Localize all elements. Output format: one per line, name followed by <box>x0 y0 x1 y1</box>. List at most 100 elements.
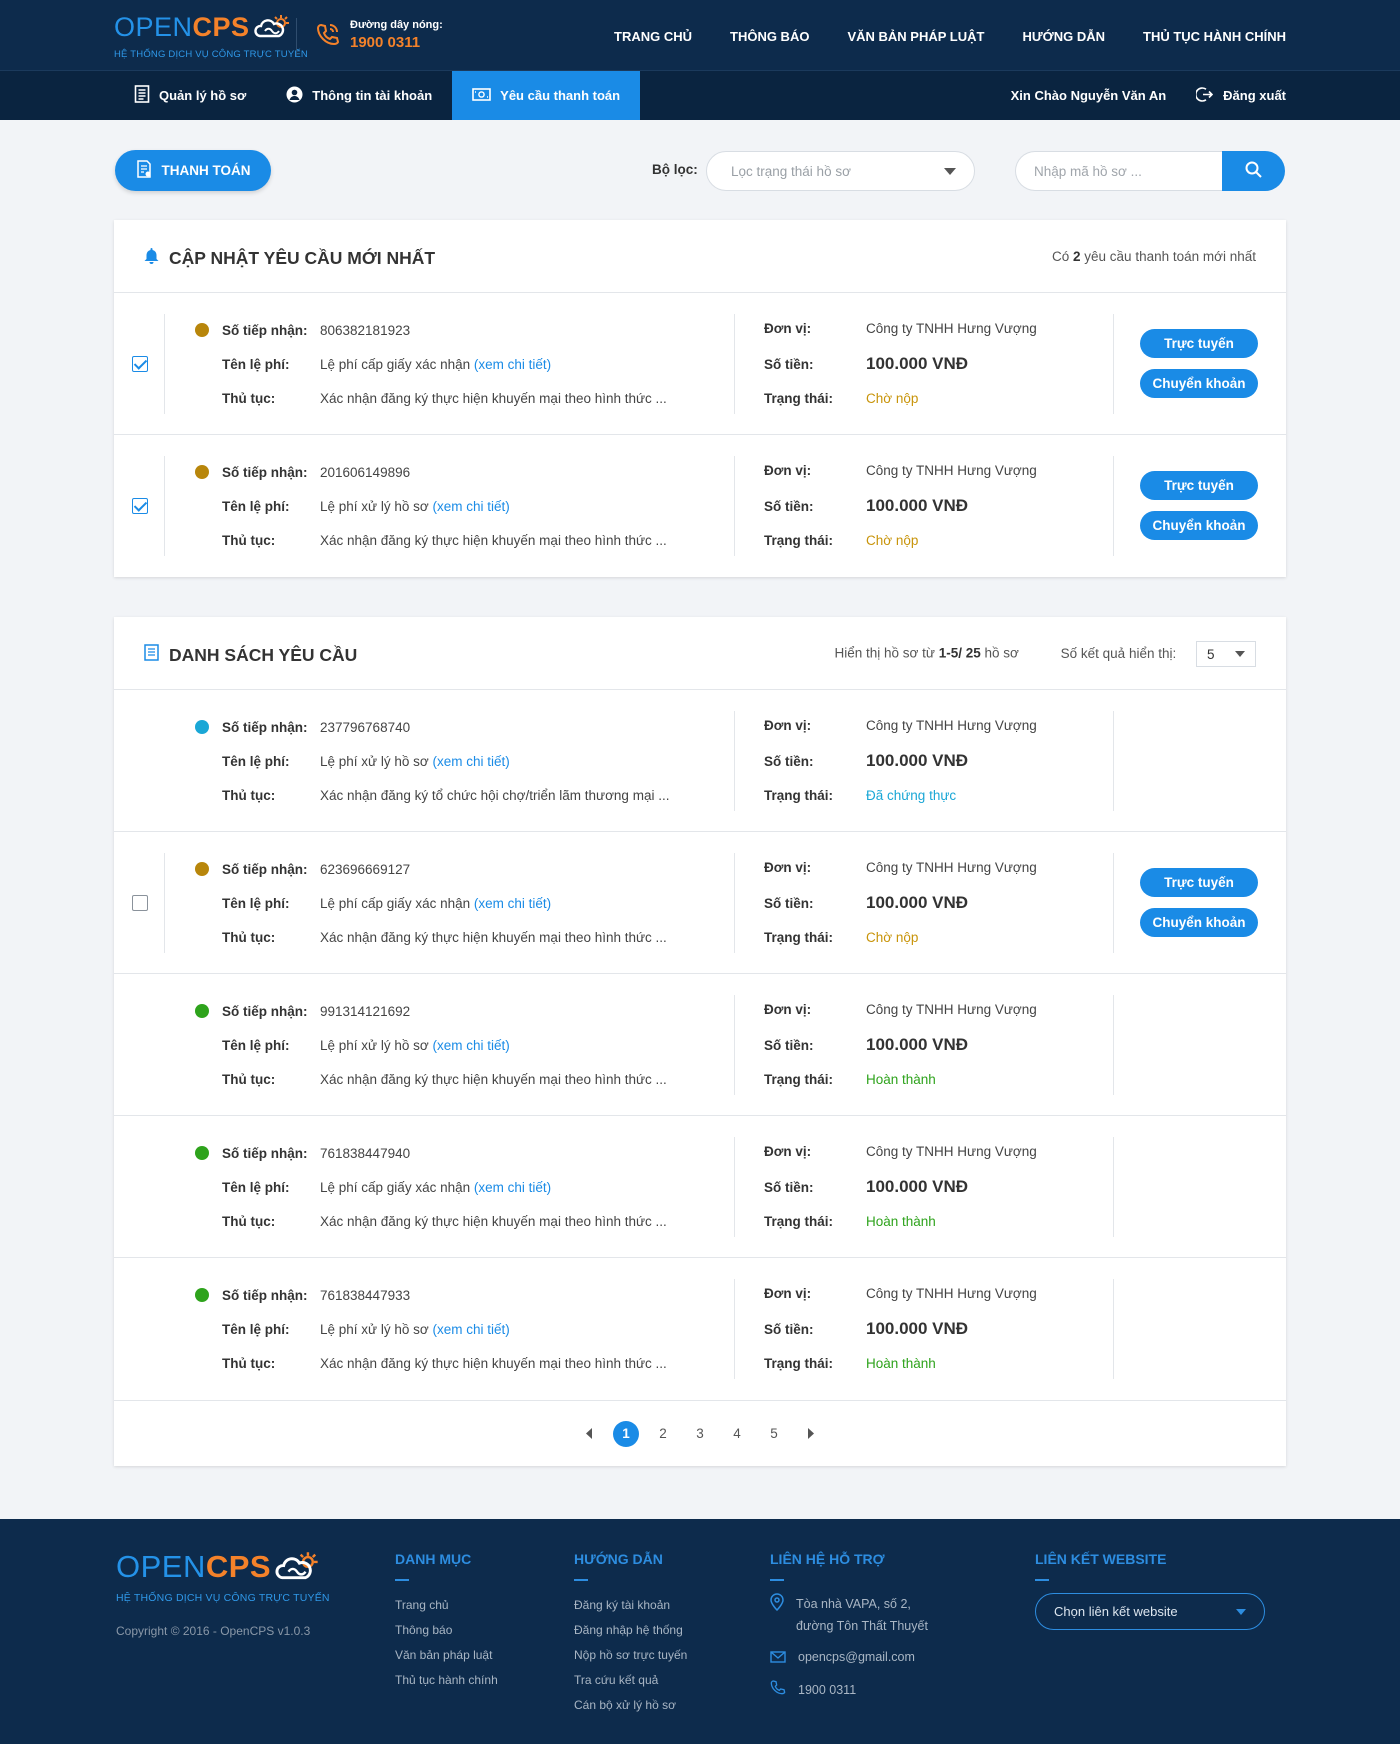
pay-online-button[interactable]: Trực tuyến <box>1140 471 1258 500</box>
receipt-number: 991314121692 <box>320 1004 411 1019</box>
footer-heading: HƯỚNG DẪN <box>574 1551 663 1567</box>
unit-name: Công ty TNHH Hưng Vượng <box>866 321 1037 336</box>
page-4[interactable]: 4 <box>719 1426 756 1441</box>
tab-label: Thông tin tài khoản <box>312 88 433 103</box>
footer-link[interactable]: Nộp hồ sơ trực tuyến <box>574 1643 687 1668</box>
label-so-tiep-nhan: Số tiếp nhận: <box>222 1146 308 1161</box>
pay-online-button[interactable]: Trực tuyến <box>1140 868 1258 897</box>
nav-thu-tuc-hanh-chinh[interactable]: THỦ TỤC HÀNH CHÍNH <box>1143 29 1286 44</box>
caret-down-icon <box>944 168 956 175</box>
logo-cps-text: CPS <box>192 12 250 42</box>
page-2[interactable]: 2 <box>645 1426 682 1441</box>
row-checkbox[interactable] <box>132 895 148 911</box>
mail-icon <box>770 1646 786 1670</box>
footer-link[interactable]: Cán bộ xử lý hồ sơ <box>574 1693 687 1718</box>
row-checkbox[interactable] <box>132 498 148 514</box>
procedure-name: Xác nhận đăng ký thực hiện khuyến mại th… <box>320 391 667 406</box>
request-row: Số tiếp nhận: 201606149896 Tên lệ phí: L… <box>114 435 1286 577</box>
receipt-number: 806382181923 <box>320 323 411 338</box>
divider <box>1113 711 1114 811</box>
footer-link[interactable]: Văn bản pháp luật <box>395 1643 498 1668</box>
pagesize-select[interactable]: 5 <box>1196 641 1256 667</box>
view-detail-link[interactable]: (xem chi tiết) <box>432 1038 509 1053</box>
label-so-tiep-nhan: Số tiếp nhận: <box>222 862 308 877</box>
phone-link[interactable]: 1900 0311 <box>798 1679 856 1701</box>
logo-open-text: OPEN <box>114 12 193 42</box>
logo[interactable]: OPENCPS HỆ THỐNG DỊCH VỤ CÔNG TRỰC TUYẾN <box>114 12 308 61</box>
row-checkbox[interactable] <box>132 356 148 372</box>
tab-yeu-cau-thanh-toan[interactable]: Yêu cầu thanh toán <box>452 71 641 120</box>
view-detail-link[interactable]: (xem chi tiết) <box>474 896 551 911</box>
address-line: đường Tôn Thất Thuyết <box>796 1619 928 1633</box>
prev-page-button[interactable] <box>571 1428 608 1439</box>
website-link-select[interactable]: Chọn liên kết website <box>1035 1593 1265 1630</box>
list-icon <box>144 644 159 666</box>
footer-link[interactable]: Trang chủ <box>395 1593 498 1618</box>
label-so-tiep-nhan: Số tiếp nhận: <box>222 323 308 338</box>
view-detail-link[interactable]: (xem chi tiết) <box>474 1180 551 1195</box>
search-icon <box>1245 161 1262 181</box>
view-detail-link[interactable]: (xem chi tiết) <box>432 1322 509 1337</box>
label-don-vi: Đơn vị: <box>764 860 812 875</box>
money-icon <box>472 87 491 105</box>
latest-count: 2 <box>1073 249 1081 264</box>
toolbar: THANH TOÁN Bộ lọc: Lọc trạng thái hồ sơ <box>0 120 1400 220</box>
page-1[interactable]: 1 <box>608 1420 645 1447</box>
status-text: Hoàn thành <box>866 1356 936 1371</box>
status-text: Hoàn thành <box>866 1214 936 1229</box>
search-input[interactable] <box>1015 151 1225 191</box>
pay-online-button[interactable]: Trực tuyến <box>1140 329 1258 358</box>
footer-link[interactable]: Đăng ký tài khoản <box>574 1593 687 1618</box>
logout-button[interactable]: Đăng xuất <box>1195 86 1286 106</box>
nav-van-ban-phap-luat[interactable]: VĂN BẢN PHÁP LUẬT <box>847 29 984 44</box>
footer-link[interactable]: Thông báo <box>395 1618 498 1643</box>
email-link[interactable]: opencps@gmail.com <box>798 1646 915 1668</box>
nav-trang-chu[interactable]: TRANG CHỦ <box>614 29 692 44</box>
label-thu-tuc: Thủ tục: <box>222 533 276 548</box>
bank-transfer-button[interactable]: Chuyển khoản <box>1140 369 1258 398</box>
contact-phone: 1900 0311 <box>770 1679 928 1702</box>
nav-thong-bao[interactable]: THÔNG BÁO <box>730 29 809 44</box>
tab-label: Quản lý hồ sơ <box>159 88 247 103</box>
tab-quan-ly-ho-so[interactable]: Quản lý hồ sơ <box>114 71 266 120</box>
view-detail-link[interactable]: (xem chi tiết) <box>432 499 509 514</box>
contact-email: opencps@gmail.com <box>770 1646 928 1670</box>
nav-huong-dan[interactable]: HƯỚNG DẪN <box>1022 29 1105 44</box>
label-so-tien: Số tiền: <box>764 1180 814 1195</box>
list-range-info: Hiển thị hồ sơ từ 1-5/ 25 hồ sơ Số kết q… <box>835 641 1256 667</box>
page-3[interactable]: 3 <box>682 1426 719 1441</box>
divider <box>734 1279 735 1379</box>
pay-button[interactable]: THANH TOÁN <box>115 150 271 191</box>
receipt-number: 761838447940 <box>320 1146 411 1161</box>
footer-heading: LIÊN KẾT WEBSITE <box>1035 1551 1167 1567</box>
search-button[interactable] <box>1222 151 1285 191</box>
footer-link[interactable]: Tra cứu kết quả <box>574 1668 687 1693</box>
footer-logo-cps: CPS <box>205 1549 272 1584</box>
page-5[interactable]: 5 <box>756 1426 793 1441</box>
pagination: 1 2 3 4 5 <box>114 1400 1286 1466</box>
footer: OPENCPS HỆ THỐNG DỊCH VỤ CÔNG TRỰC TUYẾN… <box>0 1519 1400 1744</box>
view-detail-link[interactable]: (xem chi tiết) <box>474 357 551 372</box>
footer-link[interactable]: Đăng nhập hệ thống <box>574 1618 687 1643</box>
label-thu-tuc: Thủ tục: <box>222 391 276 406</box>
amount: 100.000 VNĐ <box>866 893 969 912</box>
next-page-button[interactable] <box>793 1428 830 1439</box>
bank-transfer-button[interactable]: Chuyển khoản <box>1140 908 1258 937</box>
card-title: DANH SÁCH YÊU CẦU <box>169 644 358 665</box>
receipt-number: 201606149896 <box>320 465 411 480</box>
label-ten-le-phi: Tên lệ phí: <box>222 754 290 769</box>
view-detail-link[interactable]: (xem chi tiết) <box>432 754 509 769</box>
tab-thong-tin-tai-khoan[interactable]: Thông tin tài khoản <box>266 71 452 120</box>
footer-link[interactable]: Thủ tục hành chính <box>395 1668 498 1693</box>
divider <box>296 18 297 56</box>
hotline-number[interactable]: 1900 0311 <box>350 34 443 51</box>
label-trang-thai: Trạng thái: <box>764 1356 834 1371</box>
address-line: Tòa nhà VAPA, số 2, <box>796 1597 911 1611</box>
label-trang-thai: Trạng thái: <box>764 788 834 803</box>
status-filter-select[interactable]: Lọc trạng thái hồ sơ <box>706 151 975 191</box>
procedure-name: Xác nhận đăng ký thực hiện khuyến mại th… <box>320 533 667 548</box>
divider <box>164 853 165 953</box>
contact-address: Tòa nhà VAPA, số 2, đường Tôn Thất Thuyết <box>770 1593 928 1637</box>
label-so-tien: Số tiền: <box>764 357 814 372</box>
bank-transfer-button[interactable]: Chuyển khoản <box>1140 511 1258 540</box>
